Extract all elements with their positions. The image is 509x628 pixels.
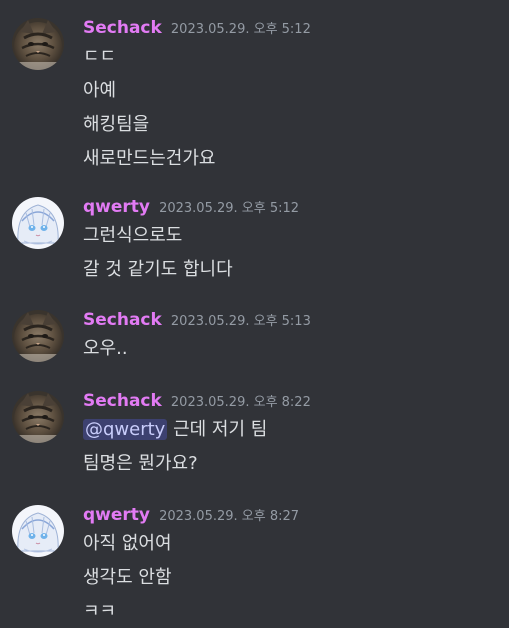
message-line: 아직 없어여 bbox=[83, 533, 172, 554]
message-line: ㄷㄷ bbox=[83, 46, 117, 67]
username[interactable]: Sechack bbox=[83, 18, 162, 38]
message-header: Sechack 2023.05.29. 오후 5:13 bbox=[83, 310, 311, 332]
message-header: Sechack 2023.05.29. 오후 5:12 bbox=[83, 18, 311, 40]
timestamp: 2023.05.29. 오후 5:12 bbox=[159, 201, 300, 216]
message-line: 팀명은 뭔가요? bbox=[83, 453, 198, 474]
username[interactable]: Sechack bbox=[83, 391, 162, 411]
message-text: 근데 저기 팀 bbox=[173, 419, 268, 440]
message-content: 그런식으로도 갈 것 같기도 합니다 bbox=[83, 219, 233, 287]
username[interactable]: qwerty bbox=[83, 197, 150, 217]
message-line: 오우.. bbox=[83, 338, 128, 359]
message-content: 오우.. bbox=[83, 332, 128, 366]
message-header: qwerty 2023.05.29. 오후 8:27 bbox=[83, 505, 299, 527]
message-line: @qwerty 근데 저기 팀 bbox=[83, 413, 267, 447]
message-content: 아직 없어여 생각도 안함 ㅋㅋ bbox=[83, 527, 172, 628]
avatar-cat-icon[interactable] bbox=[12, 310, 64, 362]
avatar-anime-girl-icon[interactable] bbox=[12, 505, 64, 557]
avatar-cat-icon[interactable] bbox=[12, 391, 64, 443]
message-line: 새로만드는건가요 bbox=[83, 148, 216, 169]
message-line: 갈 것 같기도 합니다 bbox=[83, 259, 233, 280]
timestamp: 2023.05.29. 오후 5:12 bbox=[170, 22, 311, 37]
username[interactable]: qwerty bbox=[83, 505, 150, 525]
message-header: Sechack 2023.05.29. 오후 8:22 bbox=[83, 391, 311, 413]
message-line: 아예 bbox=[83, 80, 117, 101]
timestamp: 2023.05.29. 오후 8:27 bbox=[159, 509, 300, 524]
username[interactable]: Sechack bbox=[83, 310, 162, 330]
timestamp: 2023.05.29. 오후 8:22 bbox=[170, 395, 311, 410]
message-line: ㅋㅋ bbox=[83, 601, 117, 622]
avatar-cat-icon[interactable] bbox=[12, 18, 64, 70]
message-content: ㄷㄷ 아예 해킹팀을 새로만드는건가요 bbox=[83, 40, 215, 176]
user-mention[interactable]: @qwerty bbox=[83, 419, 168, 440]
timestamp: 2023.05.29. 오후 5:13 bbox=[170, 314, 311, 329]
avatar-anime-girl-icon[interactable] bbox=[12, 197, 64, 249]
message-content: @qwerty 근데 저기 팀 팀명은 뭔가요? bbox=[83, 413, 267, 481]
chat-message-list: Sechack 2023.05.29. 오후 5:12 ㄷㄷ 아예 해킹팀을 새… bbox=[0, 0, 509, 628]
message-line: 생각도 안함 bbox=[83, 567, 172, 588]
message-line: 그런식으로도 bbox=[83, 225, 183, 246]
message-header: qwerty 2023.05.29. 오후 5:12 bbox=[83, 197, 299, 219]
message-line: 해킹팀을 bbox=[83, 114, 150, 135]
